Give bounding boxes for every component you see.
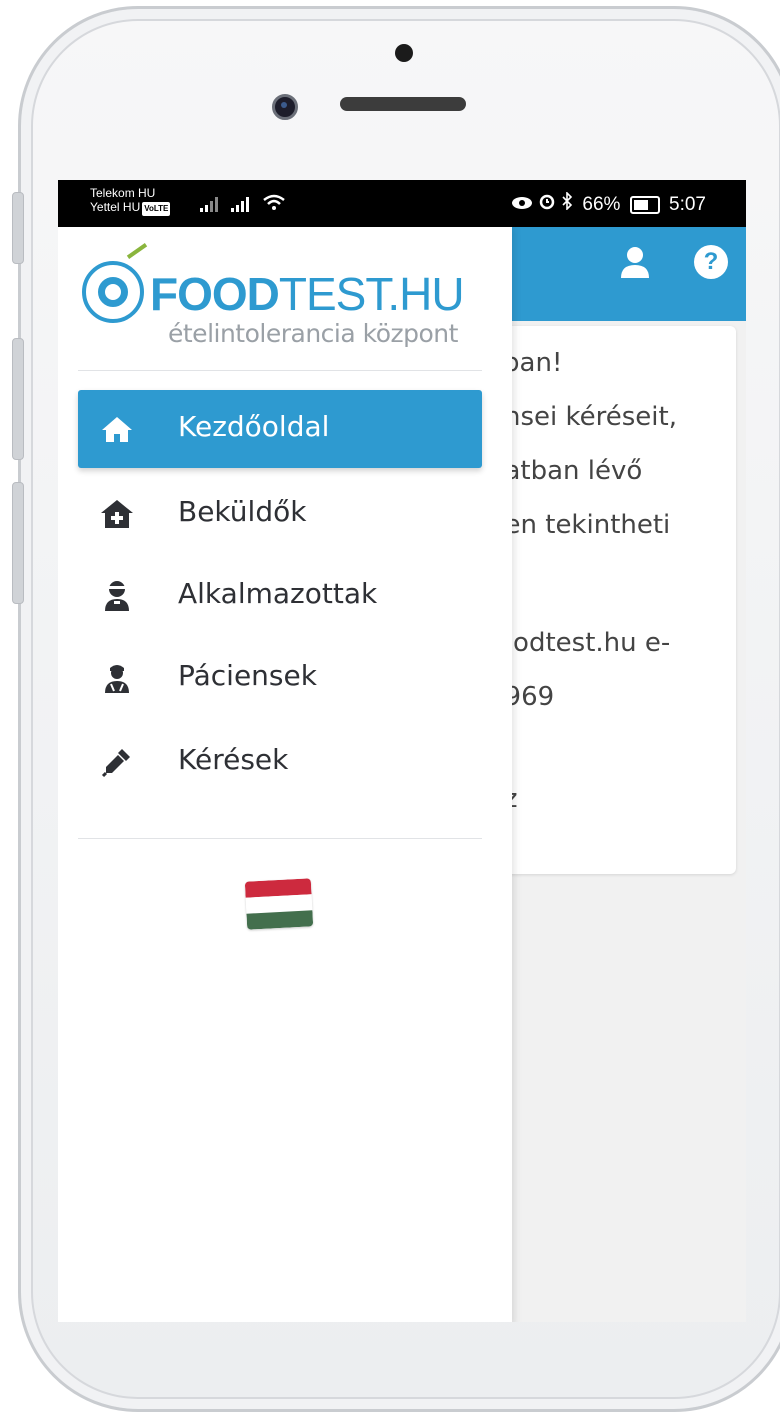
nav-label: Kezdőoldal (178, 410, 330, 443)
alarm-icon (539, 194, 555, 210)
status-bar: Telekom HU Yettel HU VoLTE 66% 5:07 (58, 180, 746, 227)
nav-item-bekuldok[interactable]: Beküldők (78, 475, 482, 553)
drawer-divider (78, 838, 482, 839)
volte-badge: VoLTE (142, 202, 171, 216)
logo-brand-text: FOODTEST.HU (150, 268, 465, 320)
foodtest-logo[interactable]: FOODTEST.HU ételintolerancia központ (78, 243, 498, 348)
battery-icon (629, 195, 660, 214)
nav-label: Beküldők (178, 495, 307, 528)
eyedropper-icon (101, 749, 130, 778)
welcome-text-line: ben tekintheti (488, 510, 671, 540)
earpiece-speaker (340, 97, 466, 111)
signal-icons (200, 194, 286, 217)
drawer-divider (78, 370, 482, 371)
signal-1-icon (200, 197, 218, 212)
logo-brand-light: TEST.HU (278, 268, 465, 320)
logo-brand-bold: FOOD (150, 268, 280, 320)
nav-item-paciensek[interactable]: Páciensek (78, 639, 482, 717)
logo-mark-icon (82, 261, 144, 323)
volume-down-button (12, 482, 24, 604)
nav-item-alkalmazottak[interactable]: Alkalmazottak (78, 557, 482, 635)
clock: 5:07 (669, 194, 706, 215)
home-icon (102, 417, 132, 442)
welcome-text-line: foodtest.hu e- (488, 628, 671, 658)
nav-item-keresek[interactable]: Kérések (78, 723, 482, 801)
wifi-icon (263, 194, 285, 210)
clinic-icon (101, 500, 133, 528)
navigation-drawer: FOODTEST.HU ételintolerancia központ Kez… (58, 227, 512, 1322)
bluetooth-icon (562, 191, 573, 211)
staff-icon (105, 581, 129, 611)
status-right: 66% 5:07 (511, 191, 706, 216)
carrier-info: Telekom HU Yettel HU VoLTE (90, 186, 171, 216)
eye-icon (511, 197, 532, 209)
nav-item-kezdooldal[interactable]: Kezdőoldal (78, 390, 482, 468)
app-screen: Telekom HU Yettel HU VoLTE 66% 5:07 ? kba… (58, 180, 746, 1322)
logo-tagline: ételintolerancia központ (168, 319, 458, 348)
battery-percent: 66% (582, 194, 621, 215)
welcome-text-line: ensei kéréseit, (488, 402, 677, 432)
proximity-sensor (395, 44, 413, 62)
nav-label: Alkalmazottak (178, 577, 378, 610)
patient-icon (105, 665, 129, 693)
nav-label: Kérések (178, 743, 289, 776)
carrier-1: Telekom HU (90, 186, 156, 200)
nav-label: Páciensek (178, 659, 317, 692)
carrier-2: Yettel HU (90, 200, 141, 214)
front-camera (272, 94, 298, 120)
silent-switch (12, 192, 24, 264)
user-icon[interactable] (618, 245, 652, 279)
signal-2-icon (231, 197, 250, 212)
logo-leaf-icon (126, 243, 148, 259)
volume-up-button (12, 338, 24, 460)
hungarian-flag-icon[interactable] (244, 878, 314, 930)
help-icon[interactable]: ? (694, 245, 728, 279)
